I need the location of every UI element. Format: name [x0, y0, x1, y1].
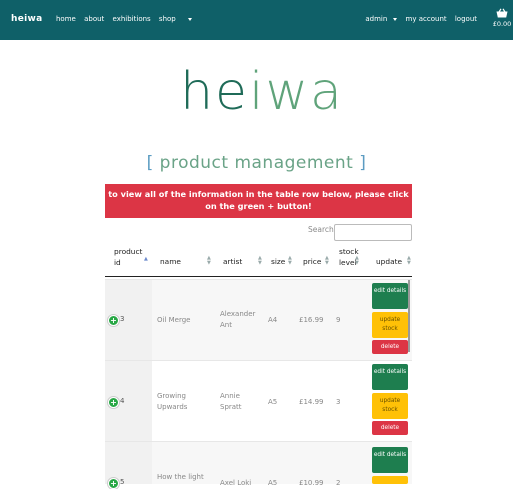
- basket-icon: [496, 8, 508, 18]
- th-product-id[interactable]: product id: [114, 246, 144, 268]
- cell-size: A5: [268, 479, 278, 487]
- nav-logout[interactable]: logout: [455, 15, 477, 23]
- basket-total: £0.00: [492, 20, 512, 28]
- table-row: + 4 Growing Upwards Annie Spratt A5 £14.…: [105, 360, 412, 441]
- edit-details-button[interactable]: edit details: [372, 447, 408, 473]
- cell-name: How the light: [157, 473, 204, 481]
- cell-size: A4: [268, 316, 278, 324]
- info-alert: to view all of the information in the ta…: [105, 184, 412, 218]
- update-stock-button[interactable]: update stock: [372, 393, 408, 419]
- nav-admin-dropdown[interactable]: admin: [359, 15, 398, 23]
- main-nav: home about exhibitions shop: [56, 15, 204, 23]
- nav-shop-label: shop: [158, 15, 176, 23]
- th-artist[interactable]: artist: [223, 256, 242, 267]
- expand-row-plus-icon[interactable]: +: [108, 397, 119, 408]
- sort-icon: ▲ ▼: [288, 255, 292, 266]
- sort-icon: ▲ ▼: [207, 255, 211, 266]
- update-stock-button[interactable]: update stock: [372, 312, 408, 338]
- sort-icon: ▲ ▼: [258, 255, 262, 266]
- delete-button[interactable]: delete: [372, 421, 408, 435]
- cell-price: £16.99: [299, 316, 324, 324]
- table-row: + 5 How the light Axel Loki A5 £10.99 2 …: [105, 441, 412, 489]
- th-price[interactable]: price: [303, 256, 321, 267]
- nav-home[interactable]: home: [56, 15, 76, 23]
- search-label: Search:: [308, 225, 337, 234]
- page-title: [ product management ]: [146, 153, 367, 173]
- search-input[interactable]: [334, 224, 412, 241]
- cell-artist: Alexander Ant: [220, 310, 256, 329]
- table-scrollbar[interactable]: [408, 280, 410, 352]
- nav-my-account[interactable]: my account: [406, 15, 447, 23]
- site-logo: heiwa: [180, 62, 344, 122]
- th-size[interactable]: size: [271, 256, 285, 267]
- edit-details-button[interactable]: edit details: [372, 364, 408, 390]
- expand-row-plus-icon[interactable]: +: [108, 478, 119, 489]
- cell-stock: 3: [336, 398, 341, 406]
- edit-details-button[interactable]: edit details: [372, 283, 408, 309]
- cell-name: Growing Upwards: [157, 392, 188, 411]
- th-name[interactable]: name: [160, 256, 181, 267]
- cell-artist: Annie Spratt: [220, 392, 242, 411]
- nav-shop-dropdown[interactable]: shop: [159, 15, 198, 23]
- brand-link[interactable]: heiwa: [11, 14, 42, 24]
- cell-artist: Axel Loki: [220, 479, 252, 487]
- cell-stock: 2: [336, 479, 341, 487]
- user-nav: admin my account logout: [353, 15, 477, 23]
- cell-price: £14.99: [299, 398, 324, 406]
- table-search: Search:: [308, 224, 412, 241]
- chevron-down-icon: [393, 17, 398, 21]
- top-navbar: heiwa home about exhibitions shop admin …: [0, 0, 513, 40]
- delete-button[interactable]: delete: [372, 340, 408, 354]
- nav-admin-label: admin: [365, 15, 388, 23]
- table-header: product id ▲ name ▲ ▼ artist ▲ ▼ size ▲ ▼ p…: [105, 246, 412, 277]
- expand-row-plus-icon[interactable]: +: [108, 315, 119, 326]
- sort-icon: ▲ ▼: [355, 255, 359, 266]
- cell-stock: 9: [336, 316, 341, 324]
- sort-asc-icon: ▲: [144, 256, 148, 262]
- cell-product-id: + 4: [105, 361, 152, 441]
- th-stock-level[interactable]: stock level: [339, 246, 363, 268]
- cell-size: A5: [268, 398, 278, 406]
- cell-name: Oil Merge: [157, 316, 191, 324]
- nav-about[interactable]: about: [84, 15, 104, 23]
- th-update: update: [376, 257, 403, 266]
- sort-icon: ▲ ▼: [325, 255, 329, 266]
- table-row: + 3 Oil Merge Alexander Ant A4 £16.99 9 …: [105, 279, 412, 360]
- cell-product-id: + 5: [105, 442, 152, 489]
- basket-link[interactable]: £0.00: [492, 8, 512, 28]
- cell-price: £10.99: [299, 479, 324, 487]
- chevron-down-icon: [187, 17, 192, 21]
- sort-icon: ▲ ▼: [407, 255, 411, 266]
- nav-exhibitions[interactable]: exhibitions: [113, 15, 151, 23]
- cell-product-id: + 3: [105, 280, 152, 360]
